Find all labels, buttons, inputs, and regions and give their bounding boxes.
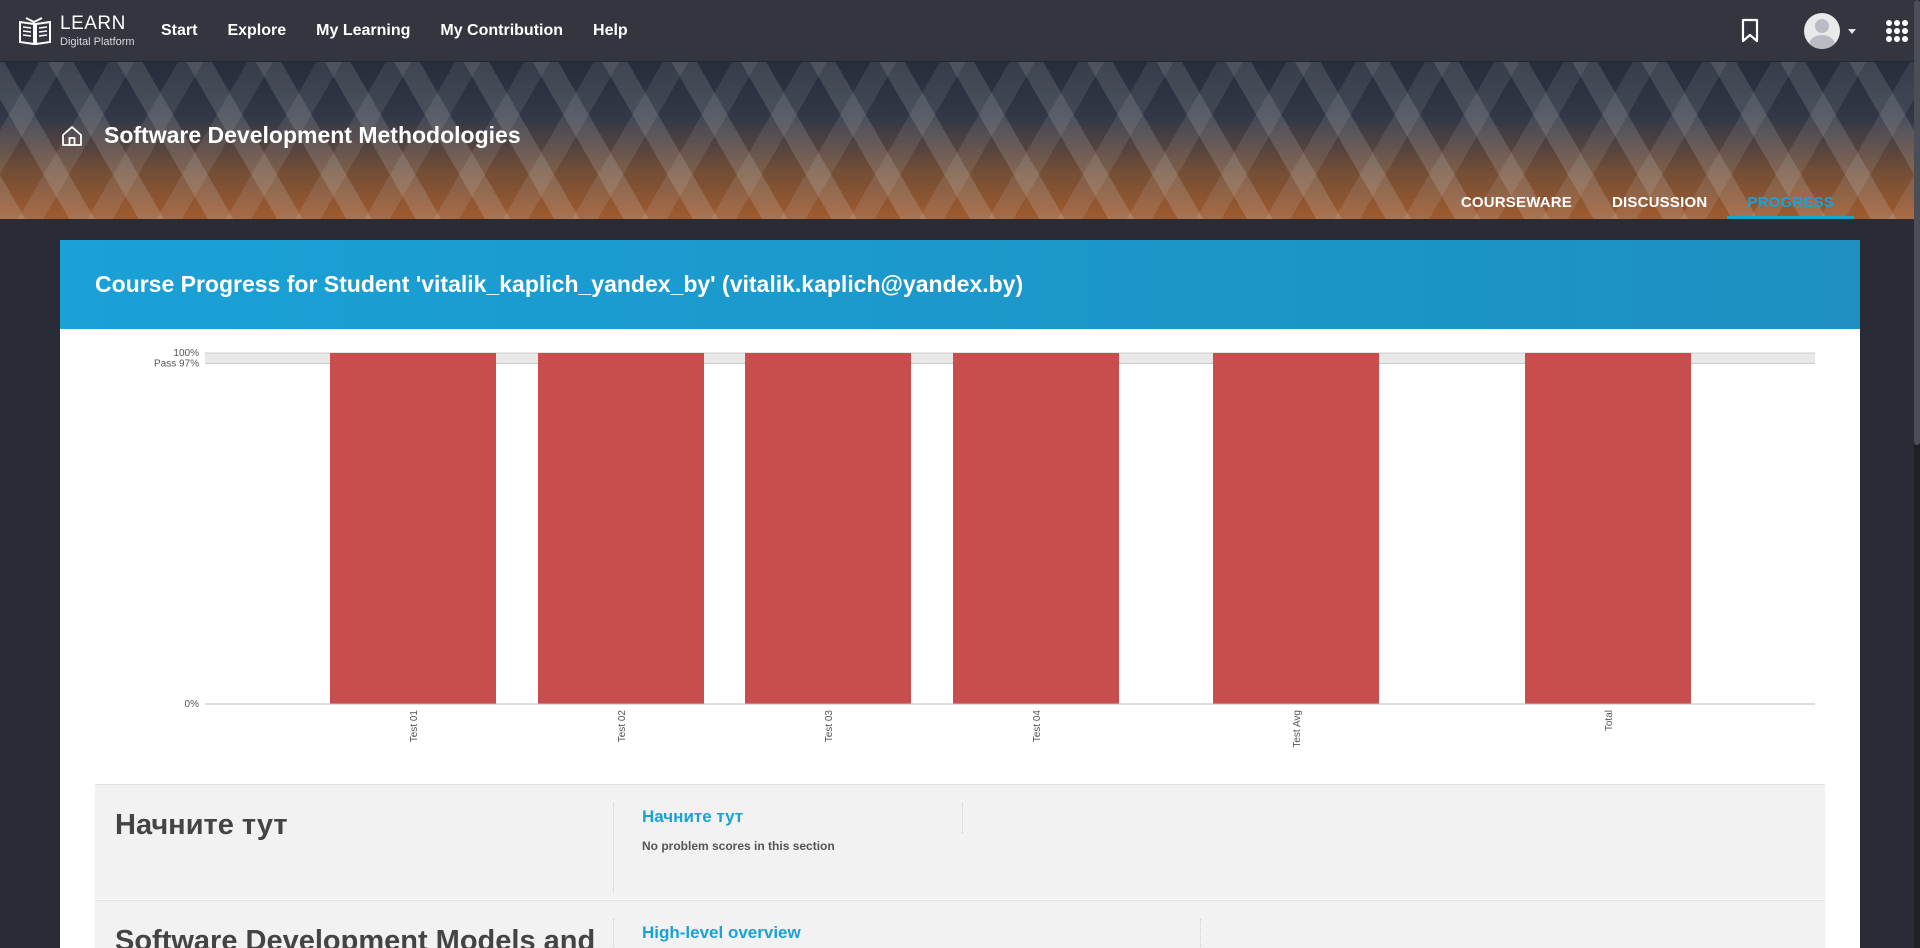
x-tick-label: Total [1604, 710, 1615, 731]
nav-start[interactable]: Start [161, 22, 197, 40]
tab-progress[interactable]: PROGRESS [1727, 194, 1854, 219]
nav-help[interactable]: Help [593, 22, 628, 40]
bar-test-02 [538, 353, 704, 704]
page-scrollbar[interactable] [1914, 0, 1920, 948]
section-start-here: Начните тут Начните тут No problem score… [95, 784, 1825, 899]
bookmark-icon[interactable] [1738, 18, 1762, 44]
y-tick-label: 100% [173, 348, 199, 359]
bar-test-03 [745, 353, 911, 704]
x-tick-label: Test 03 [824, 710, 835, 743]
main-nav: Start Explore My Learning My Contributio… [161, 22, 658, 40]
section-title: Начните тут [115, 809, 288, 841]
book-icon [19, 16, 51, 45]
progress-header: Course Progress for Student 'vitalik_kap… [60, 240, 1860, 329]
x-tick-label: Test 02 [617, 710, 628, 743]
subsection-link[interactable]: Начните тут [642, 807, 743, 827]
home-icon[interactable] [60, 124, 84, 148]
subsection-note: No problem scores in this section [642, 839, 835, 853]
apps-grid-icon[interactable] [1886, 20, 1908, 42]
subsection-link[interactable]: High-level overview [642, 923, 801, 943]
y-tick-label: 0% [185, 699, 200, 710]
course-title: Software Development Methodologies [104, 122, 521, 148]
x-tick-label: Test Avg [1292, 710, 1303, 748]
tab-courseware[interactable]: COURSEWARE [1441, 194, 1592, 219]
y-tick-label: Pass 97% [154, 359, 199, 370]
tab-discussion[interactable]: DISCUSSION [1592, 194, 1727, 219]
x-tick-label: Test 01 [409, 710, 420, 743]
course-tabs: COURSEWARE DISCUSSION PROGRESS [1441, 194, 1854, 219]
chevron-down-icon[interactable] [1848, 28, 1856, 34]
user-avatar[interactable] [1804, 13, 1840, 49]
progress-chart-svg: 0% Pass 97%100% Test 01 Test 02 Test 03 Test … [154, 348, 1815, 748]
bar-test-01 [330, 353, 496, 704]
x-tick-label: Test 04 [1032, 710, 1043, 743]
section-dev-models: Software Development Models and High-lev… [95, 900, 1825, 948]
section-title: Software Development Models and [115, 925, 596, 948]
bar-test-04 [953, 353, 1119, 704]
progress-panel: Course Progress for Student 'vitalik_kap… [60, 240, 1860, 948]
nav-my-learning[interactable]: My Learning [316, 22, 410, 40]
brand-logo[interactable]: LEARN Digital Platform [18, 14, 158, 48]
brand-title: LEARN [60, 12, 126, 34]
progress-heading: Course Progress for Student 'vitalik_kap… [95, 271, 1024, 297]
progress-chart: 0% Pass 97% 100% Test 01 Test 02 Test 03 Test … [60, 329, 1860, 766]
nav-explore[interactable]: Explore [227, 22, 286, 40]
top-navbar: LEARN Digital Platform Start Explore My … [0, 0, 1920, 62]
bar-total [1525, 353, 1691, 704]
course-banner: Software Development Methodologies COURS… [0, 62, 1914, 219]
nav-my-contribution[interactable]: My Contribution [440, 22, 563, 40]
bar-test-avg [1213, 353, 1379, 704]
brand-subtitle: Digital Platform [60, 35, 135, 48]
